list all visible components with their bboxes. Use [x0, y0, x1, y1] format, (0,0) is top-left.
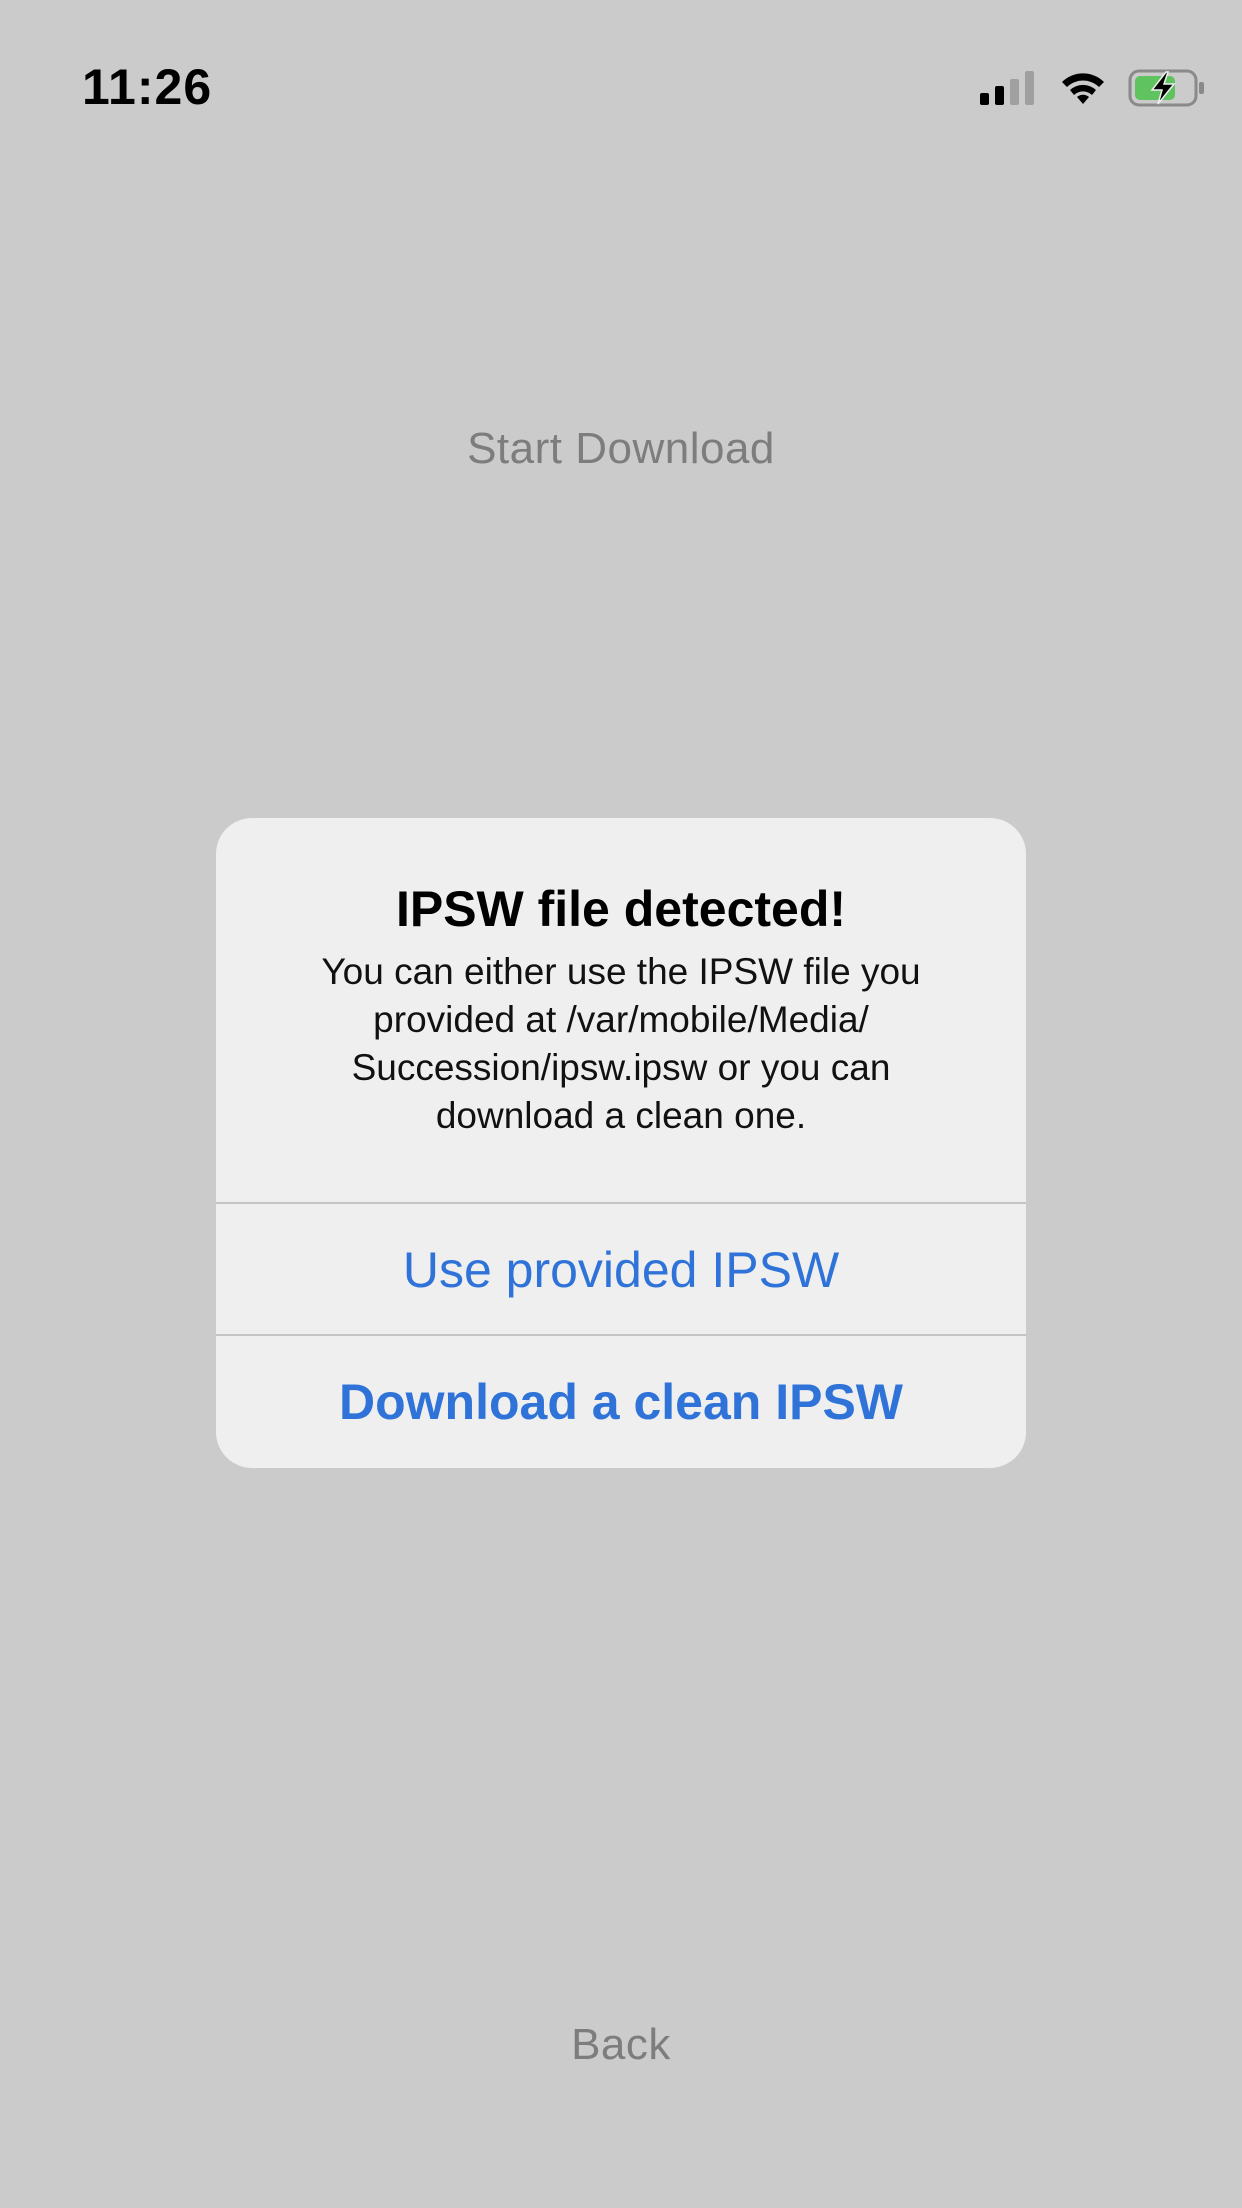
alert-dialog: IPSW file detected! You can either use t…	[216, 818, 1026, 1468]
status-icons	[980, 68, 1206, 113]
alert-title: IPSW file detected!	[395, 881, 847, 937]
start-download-button: Start Download	[467, 424, 775, 473]
cellular-signal-icon	[980, 71, 1038, 110]
use-provided-ipsw-button[interactable]: Use provided IPSW	[216, 1204, 1026, 1336]
download-clean-ipsw-button[interactable]: Download a clean IPSW	[216, 1336, 1026, 1468]
battery-charging-icon	[1128, 68, 1206, 113]
status-bar: 11:26	[0, 0, 1242, 180]
back-button: Back	[571, 2020, 671, 2069]
alert-message: You can either use the IPSW file you pro…	[321, 951, 921, 1136]
wifi-icon	[1058, 70, 1108, 111]
screen: 11:26 Start Download IPSW file detected!…	[0, 0, 1242, 2208]
status-time: 11:26	[82, 59, 213, 115]
alert-content: IPSW file detected! You can either use t…	[216, 818, 1026, 1202]
